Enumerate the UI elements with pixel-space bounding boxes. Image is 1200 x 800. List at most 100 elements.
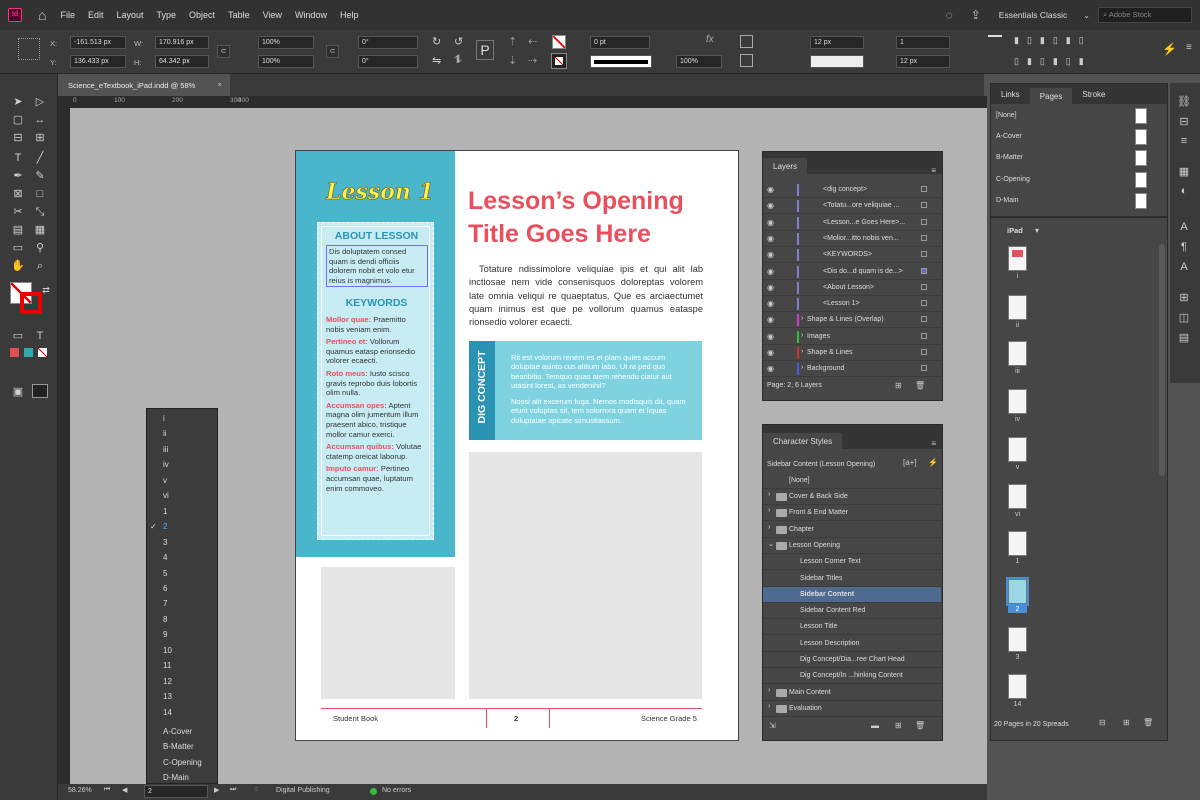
layer-row[interactable]: ◉ Background ›: [763, 361, 941, 378]
page-menu-item[interactable]: ii: [147, 426, 219, 441]
h-field[interactable]: 64.342 px: [155, 55, 209, 68]
chevron-down-icon[interactable]: ▾: [1035, 226, 1039, 235]
eye-icon[interactable]: ◉: [767, 315, 774, 324]
page-menu-item[interactable]: 13: [147, 689, 219, 704]
select-content-icon[interactable]: ⇣: [508, 54, 517, 67]
free-transform-tool-icon[interactable]: ⤡: [32, 204, 48, 220]
eye-icon[interactable]: ◉: [767, 267, 774, 276]
layer-selection-square[interactable]: [921, 251, 927, 258]
paragraph-glyph-icon[interactable]: P: [476, 40, 494, 60]
page-menu-item[interactable]: C-Opening: [147, 755, 219, 770]
page-menu-item[interactable]: 8: [147, 612, 219, 627]
page-tool-icon[interactable]: ▢: [10, 112, 26, 128]
menu-object[interactable]: Object: [189, 10, 215, 20]
style-row[interactable]: Lesson Description: [763, 636, 941, 652]
load-styles-icon[interactable]: ⇲: [769, 721, 776, 730]
page-thumbnail[interactable]: [1008, 389, 1027, 414]
gap-tool-icon[interactable]: ↔: [32, 112, 48, 128]
chevron-right-icon[interactable]: ›: [768, 703, 770, 710]
type-tool-icon[interactable]: T: [10, 150, 26, 166]
keywords-title[interactable]: KEYWORDS: [318, 297, 435, 309]
hand-tool-icon[interactable]: ✋: [10, 258, 26, 274]
tab-layers[interactable]: Layers: [763, 158, 808, 174]
sidebar-content-box[interactable]: ABOUT LESSON Dis doluptatem consed quam …: [317, 222, 434, 540]
page-thumbnail[interactable]: [1008, 674, 1027, 699]
fill-swatch[interactable]: [552, 35, 566, 49]
layer-row[interactable]: ◉ Shape & Lines ›: [763, 345, 941, 361]
eye-icon[interactable]: ◉: [767, 201, 774, 210]
new-layer-icon[interactable]: ⊞: [895, 381, 902, 390]
style-group-row[interactable]: › Evaluation: [763, 701, 941, 717]
delete-style-icon[interactable]: 🗑: [915, 721, 925, 730]
layer-row[interactable]: ◉ Images ›: [763, 329, 941, 345]
scale-y-field[interactable]: 100%: [258, 55, 314, 68]
style-group-row[interactable]: › Main Content: [763, 685, 941, 701]
page-menu-item[interactable]: iv: [147, 457, 219, 472]
apply-color-icon[interactable]: [10, 348, 19, 357]
layer-selection-square[interactable]: [921, 267, 927, 274]
text-wrap-panel-icon[interactable]: ▤: [1176, 331, 1192, 344]
master-none[interactable]: [None]: [993, 106, 1153, 127]
layer-selection-square[interactable]: [921, 202, 927, 209]
selection-tool-icon[interactable]: ➤: [10, 94, 26, 110]
chevron-right-icon[interactable]: ›: [801, 364, 803, 371]
new-style-group-icon[interactable]: ▬: [871, 721, 879, 730]
opacity-field[interactable]: 100%: [676, 55, 722, 68]
page-thumbnail[interactable]: [1008, 295, 1027, 320]
layer-row[interactable]: ◉ Shape & Lines (Overlap) ›: [763, 312, 941, 329]
content-collector-icon[interactable]: ⊟: [10, 130, 26, 146]
page-menu-item[interactable]: 4: [147, 550, 219, 565]
eye-icon[interactable]: ◉: [767, 332, 774, 341]
scissors-tool-icon[interactable]: ✂: [10, 204, 26, 220]
page-menu-item[interactable]: vi: [147, 488, 219, 503]
align-text-icon[interactable]: [740, 35, 753, 48]
eye-icon[interactable]: ◉: [767, 250, 774, 259]
constrain-scale-icon[interactable]: ⊂: [326, 45, 339, 58]
page-menu-item[interactable]: 1: [147, 504, 219, 519]
lightbulb-icon[interactable]: ◌: [946, 8, 953, 22]
layer-selection-square[interactable]: [921, 300, 927, 307]
style-row[interactable]: Sidebar Content: [763, 586, 941, 603]
panel-menu-icon[interactable]: ≡: [931, 439, 936, 448]
direct-selection-tool-icon[interactable]: ▷: [32, 94, 48, 110]
master-c-opening[interactable]: C-Opening: [993, 170, 1153, 191]
menu-edit[interactable]: Edit: [88, 10, 104, 20]
keywords-list[interactable]: Mollor quae: Praemitto nobis veniam enim…: [326, 315, 426, 496]
eye-icon[interactable]: ◉: [767, 218, 774, 227]
apply-none-icon[interactable]: [38, 348, 47, 357]
page-menu-item[interactable]: ✓ 2: [147, 519, 219, 534]
select-container-icon[interactable]: ⇡: [508, 35, 517, 48]
page-thumbnail[interactable]: [1008, 437, 1027, 462]
page-menu-item[interactable]: 3: [147, 535, 219, 550]
eye-icon[interactable]: ◉: [767, 348, 774, 357]
layer-row[interactable]: ◉ <Molior...itto nobis ven...: [763, 231, 941, 247]
formatting-container-icon[interactable]: ▭: [10, 328, 26, 344]
page-thumbnail[interactable]: [1008, 627, 1027, 652]
pencil-tool-icon[interactable]: ✎: [32, 168, 48, 184]
eye-icon[interactable]: ◉: [767, 234, 774, 243]
fx-icon[interactable]: fx: [706, 34, 714, 45]
style-row[interactable]: Sidebar Titles: [763, 571, 941, 587]
formatting-text-icon[interactable]: T: [32, 328, 48, 344]
page-thumbnail[interactable]: [1008, 531, 1027, 556]
new-style-icon[interactable]: ⊞: [895, 721, 902, 730]
layer-selection-square[interactable]: [921, 234, 927, 241]
y-field[interactable]: 136.433 px: [70, 55, 126, 68]
eye-icon[interactable]: ◉: [767, 364, 774, 373]
tab-character-styles[interactable]: Character Styles: [763, 433, 843, 449]
layer-selection-square[interactable]: [921, 349, 927, 355]
stroke-type-dropdown[interactable]: [590, 55, 652, 68]
quick-apply-icon[interactable]: ⚡: [1162, 42, 1177, 56]
menu-layout[interactable]: Layout: [117, 10, 144, 20]
layer-selection-square[interactable]: [921, 186, 927, 192]
preflight-status[interactable]: No errors: [382, 787, 411, 794]
links-panel-icon[interactable]: ⛓: [1176, 95, 1192, 108]
image-placeholder[interactable]: [469, 452, 702, 699]
columns-gutter-field[interactable]: 12 px: [896, 55, 950, 68]
stroke-swatch[interactable]: [551, 53, 567, 69]
chevron-down-icon[interactable]: ⌄: [1083, 11, 1090, 20]
stroke-panel-icon[interactable]: ≡: [1176, 135, 1192, 147]
tab-stroke[interactable]: Stroke: [1072, 90, 1115, 104]
page-menu-item[interactable]: 14: [147, 705, 219, 720]
flip-horizontal-icon[interactable]: ⇋: [432, 54, 441, 67]
